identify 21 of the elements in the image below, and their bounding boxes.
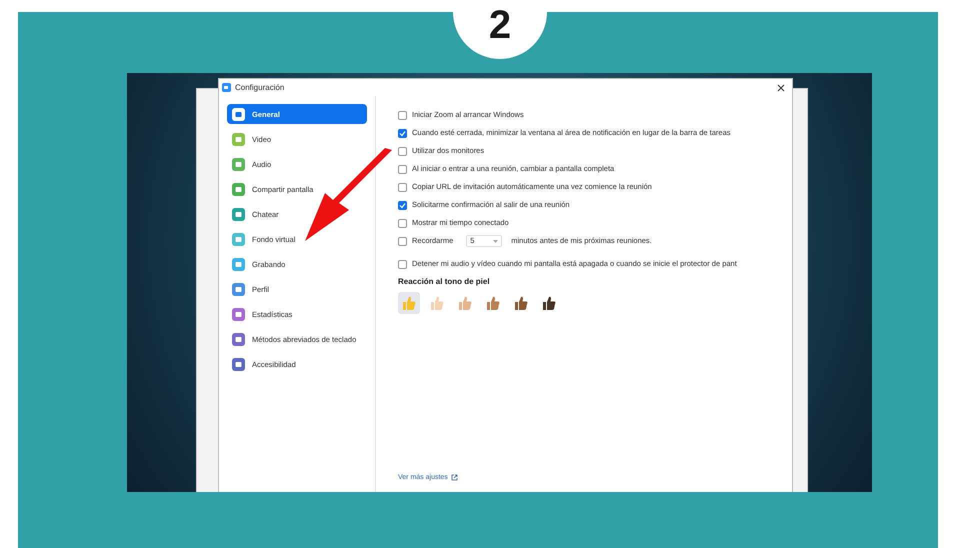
app-icon bbox=[222, 83, 231, 92]
checkbox[interactable] bbox=[398, 110, 407, 120]
checkbox[interactable] bbox=[398, 218, 407, 228]
checkbox[interactable] bbox=[398, 182, 407, 192]
thumbs-up-icon bbox=[541, 295, 557, 311]
thumbs-up-icon bbox=[429, 295, 445, 311]
thumbs-up-icon bbox=[513, 295, 529, 311]
checkbox[interactable] bbox=[398, 164, 407, 174]
checkbox[interactable] bbox=[398, 236, 407, 246]
caret-icon bbox=[493, 240, 498, 242]
checkbox[interactable] bbox=[398, 260, 407, 268]
checkbox[interactable] bbox=[398, 146, 407, 156]
section-heading: Reacción al tono de piel bbox=[398, 276, 491, 288]
window-title: Configuración bbox=[235, 82, 284, 94]
close-icon[interactable] bbox=[777, 84, 785, 92]
thumbs-up-icon bbox=[485, 295, 501, 311]
checkbox[interactable] bbox=[398, 200, 407, 210]
thumbs-up-icon bbox=[401, 295, 417, 311]
checkbox[interactable] bbox=[398, 128, 407, 138]
thumbs-up-icon bbox=[457, 295, 473, 311]
external-link-icon bbox=[450, 474, 458, 482]
